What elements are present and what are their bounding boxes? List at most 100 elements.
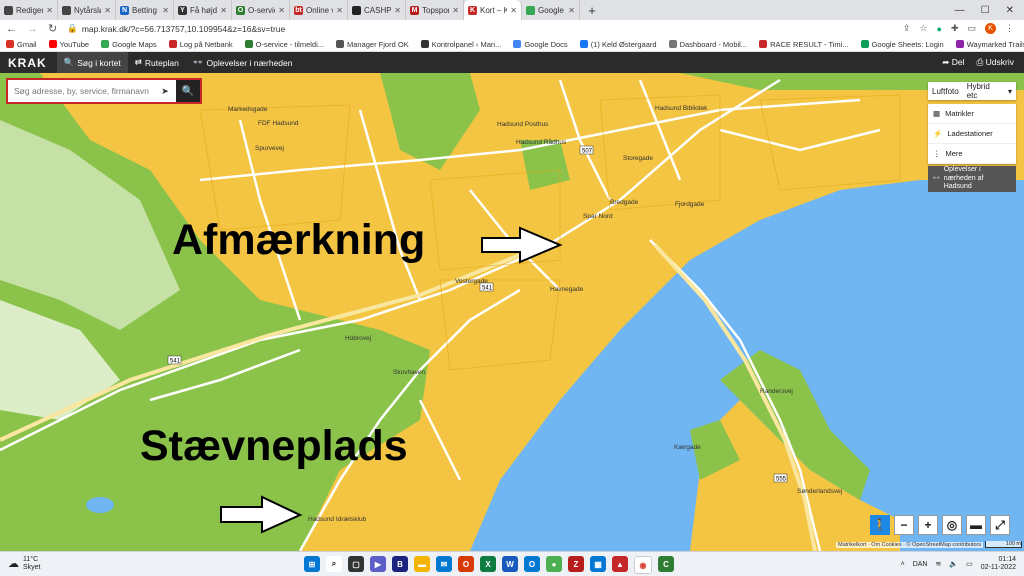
close-tab-icon[interactable]: ✕	[104, 6, 111, 15]
mail-icon[interactable]: ✉	[436, 556, 452, 572]
office-icon[interactable]: O	[458, 556, 474, 572]
map-option-item[interactable]: ▦ Matrikler	[928, 104, 1016, 124]
new-tab-button[interactable]: +	[580, 0, 604, 20]
back-button[interactable]: ←	[6, 23, 17, 35]
browser-tab[interactable]: NBetting og gode o✕	[116, 0, 174, 20]
close-tab-icon[interactable]: ✕	[220, 6, 227, 15]
bookmark-item[interactable]: Kontrolpanel ‹ Mari...	[420, 40, 501, 49]
weather-widget[interactable]: ☁ 11°C Skyet	[0, 556, 41, 571]
language-indicator[interactable]: DAN	[913, 561, 928, 568]
url-field[interactable]: 🔒 map.krak.dk/?c=56.713757,10.109954&z=1…	[67, 23, 285, 34]
route-icon: ⇄	[134, 57, 142, 67]
bookmark-item[interactable]: Google Maps	[101, 40, 157, 49]
nearby-experiences-button[interactable]: 👓 Oplevelser i nærheden af Hadsund	[928, 166, 1016, 192]
bookmark-star-icon[interactable]: ☆	[919, 23, 927, 34]
map-attribution[interactable]: Matrikelkort · Om Cookies · © OpenStreet…	[836, 542, 984, 548]
close-tab-icon[interactable]: ✕	[46, 6, 53, 15]
wifi-icon[interactable]: ≋	[935, 560, 941, 568]
krak-nav-item[interactable]: 🔍 Søg i kortet	[56, 52, 128, 73]
browser-tab[interactable]: Google Maps✕	[522, 0, 580, 20]
filezilla-icon[interactable]: Z	[568, 556, 584, 572]
street-view-button[interactable]: 🚶	[870, 515, 890, 535]
task-view-icon[interactable]: ▢	[348, 556, 364, 572]
menu-icon[interactable]: ⋮	[1005, 23, 1014, 34]
chrome-icon[interactable]: ◉	[634, 556, 652, 574]
bookmark-item[interactable]: Dashboard - Mobil...	[668, 40, 747, 49]
store-icon[interactable]: ▦	[590, 556, 606, 572]
browser-tab[interactable]: CASHPOINT DK✕	[348, 0, 406, 20]
print-button[interactable]: ⎙ Udskriv	[976, 57, 1014, 68]
app-red-icon[interactable]: ▲	[612, 556, 628, 572]
browser-tab[interactable]: YFå højde odds og e✕	[174, 0, 232, 20]
forward-button[interactable]: →	[27, 23, 38, 35]
layer-option-aerial[interactable]: Luftfoto	[928, 87, 963, 96]
browser-tab[interactable]: MTopsport vædden✕	[406, 0, 464, 20]
bookmark-item[interactable]: (1) Keld Østergaard	[579, 40, 657, 49]
bookmark-item[interactable]: Manager Fjord OK	[336, 40, 409, 49]
bookmark-item[interactable]: Log på Netbank	[168, 40, 233, 49]
search-button[interactable]: 🔍	[176, 80, 200, 102]
close-tab-icon[interactable]: ✕	[336, 6, 343, 15]
maximize-button[interactable]: ☐	[981, 5, 990, 16]
bookmark-item[interactable]: O-service - tilmeldi...	[244, 40, 324, 49]
puzzle-icon[interactable]: ✚	[951, 23, 959, 34]
word-icon[interactable]: W	[502, 556, 518, 572]
outlook-icon[interactable]: O	[524, 556, 540, 572]
krak-nav-item[interactable]: ⇄ Ruteplan	[128, 52, 186, 73]
extension-icon[interactable]: ●	[937, 24, 942, 34]
close-tab-icon[interactable]: ✕	[278, 6, 285, 15]
bookmark-item[interactable]: RACE RESULT - Timi...	[759, 40, 849, 49]
search-taskbar-icon[interactable]: ⌕	[326, 556, 342, 572]
map-canvas[interactable]: 507 541 541 555 Markedsgade Bredgade Ves…	[0, 73, 1024, 551]
excel-icon[interactable]: X	[480, 556, 496, 572]
browser-tab[interactable]: btOnline væddemål✕	[290, 0, 348, 20]
zoom-in-button[interactable]: +	[918, 515, 938, 535]
chevron-up-icon[interactable]: ˄	[901, 561, 905, 568]
bookmark-item[interactable]: Waymarked Trails -...	[955, 39, 1024, 49]
krak-nav-item[interactable]: 👓 Oplevelser i nærheden	[186, 52, 300, 73]
bookmark-item[interactable]: Google Docs	[513, 40, 568, 49]
teams-icon[interactable]: ▶	[370, 556, 386, 572]
search-input[interactable]	[8, 85, 156, 97]
cloud-icon: ☁	[8, 557, 19, 570]
browser-tab[interactable]: Rediger side "Nytå✕	[0, 0, 58, 20]
browser-tab[interactable]: KKort – Krak.dk✕	[464, 0, 522, 20]
start-icon[interactable]: ⊞	[304, 556, 320, 572]
close-tab-icon[interactable]: ✕	[162, 6, 169, 15]
close-window-button[interactable]: ✕	[1006, 5, 1014, 16]
file-explorer-icon[interactable]: ▬	[414, 556, 430, 572]
close-tab-icon[interactable]: ✕	[510, 6, 517, 15]
bookmark-favicon-icon	[6, 40, 14, 48]
browser-tab[interactable]: OO-service - tilmeld✕	[232, 0, 290, 20]
close-tab-icon[interactable]: ✕	[394, 6, 401, 15]
share-button[interactable]: ➦ Del	[942, 57, 964, 68]
app-green-icon[interactable]: C	[658, 556, 674, 572]
map-option-item[interactable]: ⚡ Ladestationer	[928, 124, 1016, 144]
ruler-button[interactable]: ▬	[966, 515, 986, 535]
share-icon[interactable]: ⇪	[903, 23, 911, 34]
close-tab-icon[interactable]: ✕	[568, 6, 575, 15]
locate-me-button[interactable]: ◎	[942, 515, 962, 535]
app-icon[interactable]: ●	[546, 556, 562, 572]
volume-icon[interactable]: 🔈	[949, 560, 958, 568]
bookmark-item[interactable]: Google Sheets: Login	[860, 40, 944, 49]
zoom-out-button[interactable]: −	[894, 515, 914, 535]
battery-icon[interactable]: ▭	[966, 560, 973, 568]
map-option-item[interactable]: ⋮ Mere	[928, 144, 1016, 164]
bookmark-label: Waymarked Trails -...	[966, 39, 1024, 49]
app-b-icon[interactable]: B	[392, 556, 408, 572]
reload-button[interactable]: ↻	[48, 22, 57, 35]
bookmark-item[interactable]: Gmail	[6, 40, 37, 49]
minimize-button[interactable]: —	[955, 5, 965, 16]
layer-option-hybrid[interactable]: Hybrid etc	[963, 82, 1004, 100]
bookmark-item[interactable]: YouTube	[48, 40, 89, 49]
browser-tab[interactable]: Nytårsløb 23 "Find✕	[58, 0, 116, 20]
clock[interactable]: 01:14 02-11-2022	[981, 556, 1016, 573]
close-tab-icon[interactable]: ✕	[452, 6, 459, 15]
sidebar-icon[interactable]: ▭	[967, 23, 976, 34]
profile-avatar[interactable]: K	[985, 23, 996, 34]
locate-icon[interactable]: ➤	[156, 86, 174, 97]
fullscreen-button[interactable]: ⤢	[990, 515, 1010, 535]
krak-logo[interactable]: KRAK	[0, 56, 57, 70]
chevron-down-icon[interactable]: ▾	[1004, 87, 1016, 96]
